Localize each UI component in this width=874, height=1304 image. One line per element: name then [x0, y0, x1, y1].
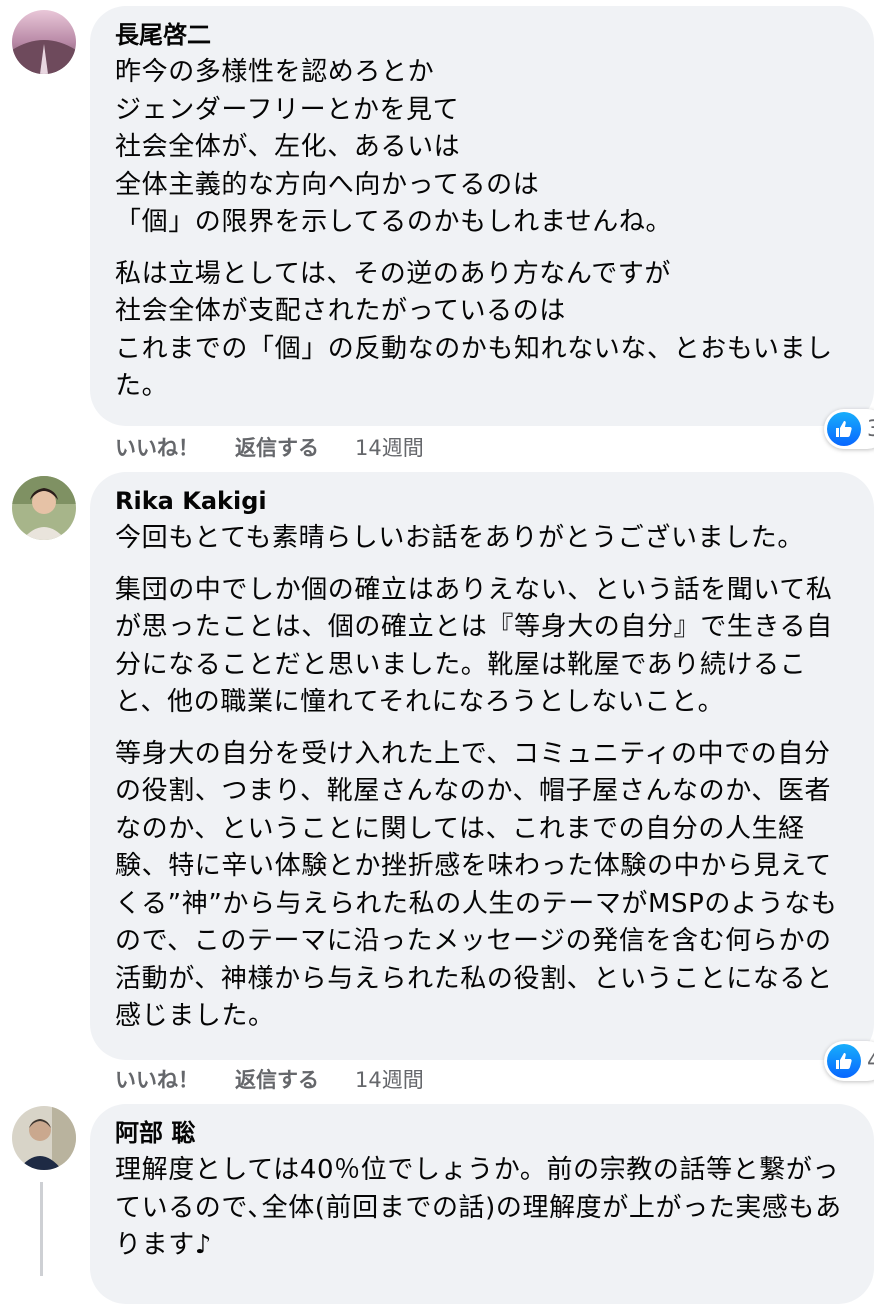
comment-line: ているので､全体(前回までの話)の理解度が上がった実感もあ — [115, 1192, 842, 1223]
comment-line: 感じました。 — [115, 1001, 275, 1031]
comment-paragraph: 私は立場としては、その逆のあり方なんですが 社会全体が支配されたがっているのは … — [115, 256, 874, 406]
comment-line: これまでの「個」の反動なのかも知れないな、とおもいまし — [115, 333, 833, 364]
avatar[interactable] — [12, 1106, 76, 1170]
timestamp[interactable]: 14週間 — [355, 432, 424, 462]
comment-paragraph: 集団の中でしか個の確立はありえない、という話を聞いて私 が思ったことは、個の確立… — [115, 572, 874, 722]
comment-line: 理解度としては40％位でしょうか。前の宗教の話等と繋がっ — [115, 1155, 840, 1185]
reaction-count: 3 — [867, 417, 874, 442]
comment-line: 全体主義的な方向へ向かってるのは — [115, 169, 540, 200]
thumbs-up-icon — [827, 1044, 861, 1078]
reply-link[interactable]: 返信する — [235, 432, 355, 462]
comment-paragraph: 等身大の自分を受け入れた上で、コミュニティの中での自分 の役割、つまり、靴屋さん… — [115, 736, 874, 1036]
thread-line — [40, 1182, 43, 1276]
comment-line: ります♪ — [115, 1230, 212, 1260]
comment-line: 昨今の多様性を認めろとか — [115, 57, 435, 87]
comment-actions: いいね！ 返信する 14週間 — [115, 432, 424, 462]
comment-line: 「個」の限界を示してるのかもしれませんね。 — [115, 207, 673, 237]
reaction-badge[interactable]: 4 — [824, 1041, 874, 1081]
comment-paragraph: 理解度としては40％位でしょうか。前の宗教の話等と繋がっ ているので､全体(前回… — [115, 1152, 874, 1265]
comment-line: 験、特に辛い体験とか挫折感を味わった体験の中から見えて — [115, 851, 832, 881]
comment-line: くる”神”から与えられた私の人生のテーマがMSPのようなも — [115, 888, 838, 919]
comment-line: 集団の中でしか個の確立はありえない、という話を聞いて私 — [115, 574, 833, 605]
comment-bubble: 阿部 聡 理解度としては40％位でしょうか。前の宗教の話等と繋がっ ているので､… — [90, 1104, 874, 1304]
comment-actions: いいね！ 返信する 14週間 — [115, 1064, 424, 1094]
reply-link[interactable]: 返信する — [235, 1064, 355, 1094]
like-link[interactable]: いいね！ — [115, 432, 235, 462]
reaction-count: 4 — [867, 1049, 874, 1074]
comment-author[interactable]: Rika Kakigi — [115, 486, 874, 516]
comment-line: 社会全体が、左化、あるいは — [115, 132, 461, 162]
comment-line: 社会全体が支配されたがっているのは — [115, 296, 566, 326]
comment-paragraph: 今回もとても素晴らしいお話をありがとうございました。 — [115, 520, 874, 558]
comment-line: 分になることだと思いました。靴屋は靴屋であり続けるこ — [115, 649, 807, 680]
comment-line: 私は立場としては、その逆のあり方なんですが — [115, 258, 672, 289]
comment-line: 活動が、神様から与えられた私の役割、ということになると — [115, 963, 833, 994]
comment-author[interactable]: 長尾啓二 — [115, 20, 874, 50]
comment-author[interactable]: 阿部 聡 — [115, 1118, 874, 1148]
avatar[interactable] — [12, 10, 76, 74]
comment-line: と、他の職業に憧れてそれになろうとしないこと。 — [115, 687, 725, 717]
comment-bubble: Rika Kakigi 今回もとても素晴らしいお話をありがとうございました。 集… — [90, 472, 874, 1060]
like-link[interactable]: いいね！ — [115, 1064, 235, 1094]
comment-line: なのか、ということに関しては、これまでの自分の人生経 — [115, 813, 805, 844]
comment-line: ジェンダーフリーとかを見て — [115, 94, 460, 125]
comment-line: が思ったことは、個の確立とは『等身大の自分』で生きる自 — [115, 612, 833, 642]
avatar[interactable] — [12, 476, 76, 540]
timestamp[interactable]: 14週間 — [355, 1064, 424, 1094]
comment-bubble: 長尾啓二 昨今の多様性を認めろとか ジェンダーフリーとかを見て 社会全体が、左化… — [90, 6, 874, 426]
comment-paragraph: 昨今の多様性を認めろとか ジェンダーフリーとかを見て 社会全体が、左化、あるいは… — [115, 54, 874, 242]
comment-line: た。 — [115, 371, 169, 401]
comment-line: 今回もとても素晴らしいお話をありがとうございました。 — [115, 523, 805, 553]
comment-line: 等身大の自分を受け入れた上で、コミュニティの中での自分 — [115, 738, 831, 769]
thumbs-up-icon — [827, 412, 861, 446]
comment-line: の役割、つまり、靴屋さんなのか、帽子屋さんなのか、医者 — [115, 776, 832, 806]
reaction-badge[interactable]: 3 — [824, 409, 874, 449]
comment-line: ので、このテーマに沿ったメッセージの発信を含む何らかの — [115, 926, 832, 956]
